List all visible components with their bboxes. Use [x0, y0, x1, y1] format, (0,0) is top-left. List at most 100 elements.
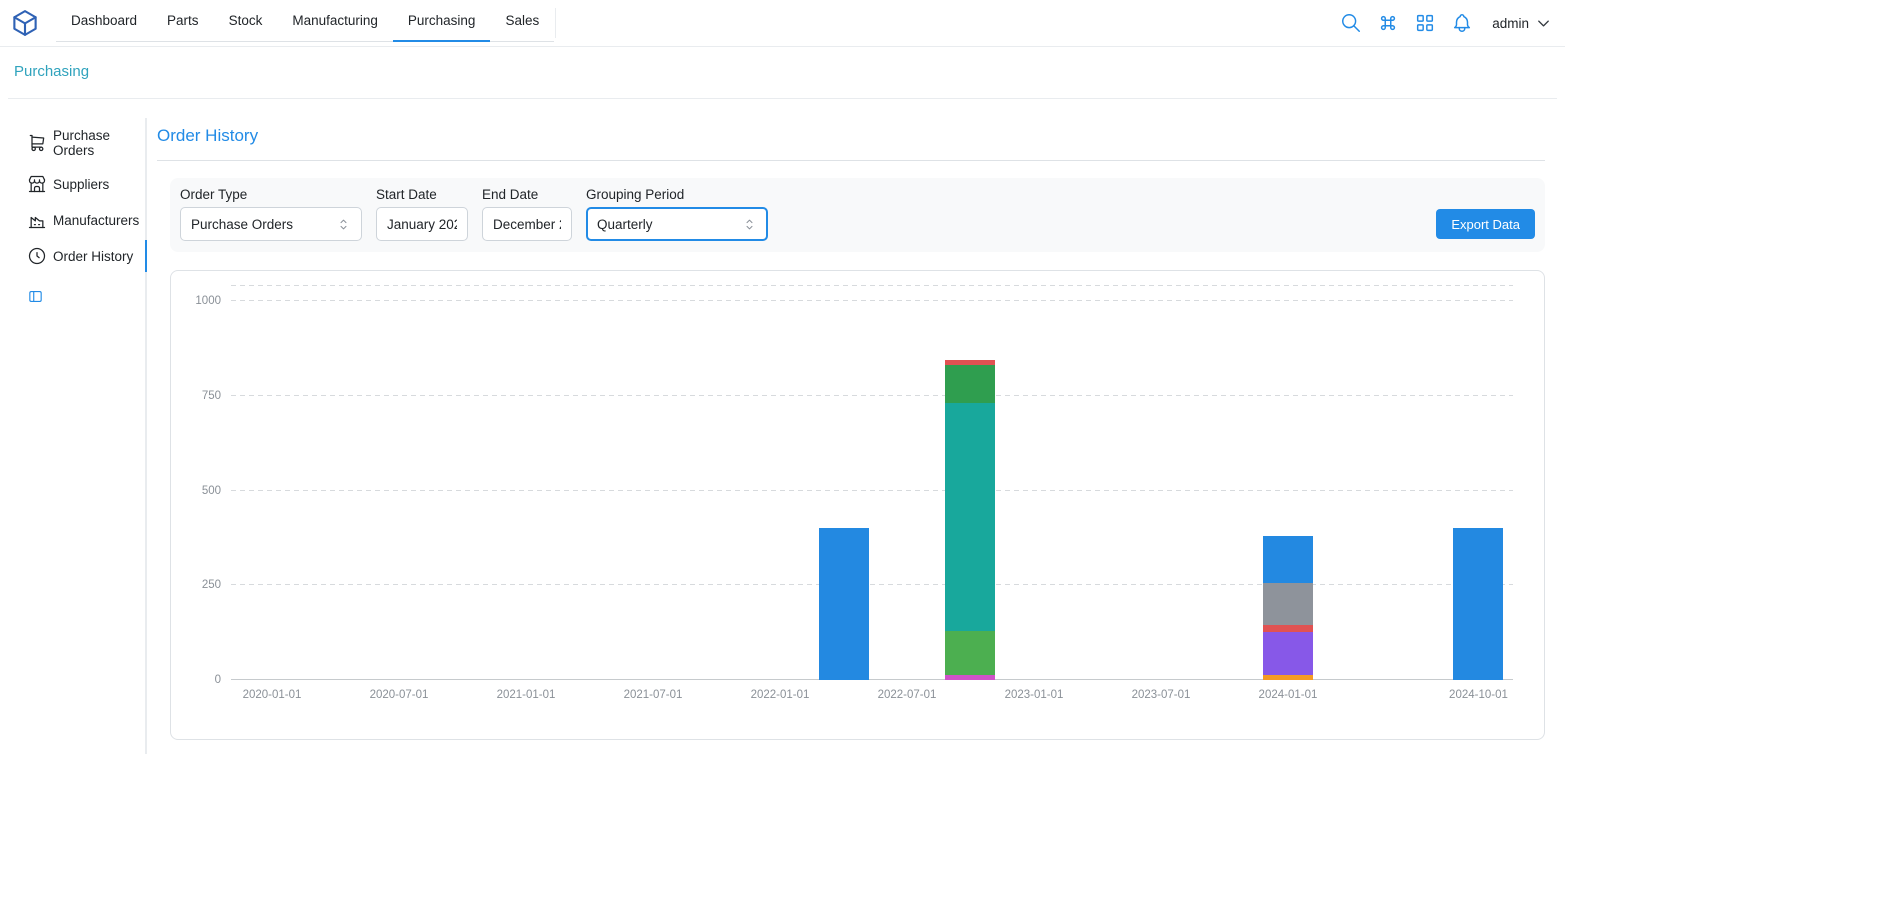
gridline — [231, 584, 1513, 585]
y-axis-label: 500 — [202, 485, 221, 497]
stacked-bar-2022-10-01 — [945, 360, 995, 680]
grouping-period-value: Quarterly — [597, 217, 653, 232]
sidebar-item-purchase-orders[interactable]: Purchase Orders — [10, 120, 145, 166]
y-axis-label: 750 — [202, 390, 221, 402]
end-date-label: End Date — [482, 187, 572, 202]
sidebar-item-label: Suppliers — [53, 177, 109, 192]
end-date-input[interactable] — [482, 207, 572, 241]
user-menu[interactable]: admin — [1492, 14, 1553, 33]
cube-logo-icon — [10, 8, 40, 38]
sidebar-item-suppliers[interactable]: Suppliers — [10, 166, 145, 202]
top-navbar: Dashboard Parts Stock Manufacturing Purc… — [0, 0, 1565, 47]
x-axis-label: 2021-01-01 — [497, 689, 556, 701]
y-axis-label: 1000 — [195, 295, 221, 307]
bar-segment — [819, 528, 869, 680]
tab-sales[interactable]: Sales — [490, 0, 554, 42]
bar-segment — [945, 365, 995, 404]
stacked-bar-2024-01-01 — [1263, 536, 1313, 680]
bar-segment — [945, 675, 995, 680]
bar-segment — [1263, 625, 1313, 632]
order-type-select[interactable]: Purchase Orders — [180, 207, 362, 241]
main-nav-tabs: Dashboard Parts Stock Manufacturing Purc… — [56, 0, 554, 42]
gridline — [231, 285, 1513, 286]
page-title: Order History — [157, 126, 1555, 146]
search-button[interactable] — [1338, 10, 1364, 36]
y-axis-label: 0 — [215, 674, 221, 686]
y-axis-label: 250 — [202, 579, 221, 591]
barcode-scan-button[interactable] — [1412, 10, 1438, 36]
sidebar-collapse-button[interactable] — [27, 288, 44, 305]
x-axis-label: 2023-01-01 — [1005, 689, 1064, 701]
tab-manufacturing[interactable]: Manufacturing — [277, 0, 393, 42]
sidebar-item-label: Purchase Orders — [53, 128, 143, 158]
x-axis-label: 2021-07-01 — [624, 689, 683, 701]
title-divider — [157, 160, 1545, 161]
bar-segment — [945, 403, 995, 630]
sidebar-item-manufacturers[interactable]: Manufacturers — [10, 202, 145, 238]
gridline — [231, 300, 1513, 301]
grouping-period-select[interactable]: Quarterly — [586, 207, 768, 241]
gridline — [231, 679, 1513, 680]
layout-sidebar-icon — [27, 288, 44, 305]
bar-segment — [945, 631, 995, 676]
export-data-button[interactable]: Export Data — [1436, 209, 1535, 239]
grouping-period-label: Grouping Period — [586, 187, 768, 202]
username-label: admin — [1492, 16, 1529, 31]
sidebar-item-order-history[interactable]: Order History — [10, 238, 145, 274]
sidebar-item-label: Manufacturers — [53, 213, 139, 228]
grouping-period-field: Grouping Period Quarterly — [586, 187, 768, 241]
bar-segment — [1263, 536, 1313, 583]
x-axis-label: 2024-01-01 — [1259, 689, 1318, 701]
navbar-actions: admin — [1338, 10, 1553, 36]
start-date-label: Start Date — [376, 187, 468, 202]
chart-plot: 025050075010002020-01-012020-07-012021-0… — [231, 286, 1513, 680]
bar-segment — [1263, 675, 1313, 680]
bar-segment — [1263, 632, 1313, 676]
select-chevrons-icon — [742, 217, 757, 232]
qr-scan-icon — [1414, 12, 1436, 34]
sidebar-item-label: Order History — [53, 249, 133, 264]
select-chevrons-icon — [336, 217, 351, 232]
sidebar: Purchase Orders Suppliers Manufacturers — [10, 118, 147, 754]
x-axis-label: 2023-07-01 — [1132, 689, 1191, 701]
breadcrumb: Purchasing — [8, 47, 1557, 99]
gridline — [231, 490, 1513, 491]
main-panel: Order History Order Type Purchase Orders… — [147, 118, 1555, 754]
x-axis-label: 2022-07-01 — [878, 689, 937, 701]
order-history-chart-card: 0 250 500 750 1000 2020-01-01 2020-07-01 2021-0… — [170, 270, 1545, 740]
navbar-divider — [555, 8, 556, 38]
x-axis-label: 2020-07-01 — [370, 689, 429, 701]
app-root: Dashboard Parts Stock Manufacturing Purc… — [0, 0, 1565, 906]
order-type-label: Order Type — [180, 187, 362, 202]
factory-icon — [27, 210, 47, 230]
building-store-icon — [27, 174, 47, 194]
tab-stock[interactable]: Stock — [214, 0, 278, 42]
end-date-field: End Date — [482, 187, 572, 241]
tab-parts[interactable]: Parts — [152, 0, 214, 42]
bar-segment — [1263, 583, 1313, 625]
order-type-field: Order Type Purchase Orders — [180, 187, 362, 241]
gridline — [231, 395, 1513, 396]
x-axis-label: 2024-10-01 — [1449, 689, 1508, 701]
command-icon — [1377, 12, 1399, 34]
notifications-button[interactable] — [1449, 10, 1475, 36]
breadcrumb-purchasing-link[interactable]: Purchasing — [14, 63, 89, 80]
chevron-down-icon — [1534, 14, 1553, 33]
start-date-input[interactable] — [376, 207, 468, 241]
filter-panel: Order Type Purchase Orders Start Date En… — [170, 178, 1545, 252]
bar-segment — [1453, 528, 1503, 680]
search-icon — [1340, 12, 1362, 34]
bell-icon — [1451, 12, 1473, 34]
tab-dashboard[interactable]: Dashboard — [56, 0, 152, 42]
start-date-field: Start Date — [376, 187, 468, 241]
stacked-bar-2024-10-01 — [1453, 528, 1503, 680]
history-clock-icon — [27, 246, 47, 266]
x-axis-label: 2022-01-01 — [751, 689, 810, 701]
command-palette-button[interactable] — [1375, 10, 1401, 36]
order-type-value: Purchase Orders — [191, 217, 293, 232]
shopping-cart-icon — [27, 133, 47, 153]
tab-purchasing[interactable]: Purchasing — [393, 0, 491, 42]
app-logo[interactable] — [10, 8, 40, 38]
stacked-bar-2022-04-01 — [819, 528, 869, 680]
x-axis-label: 2020-01-01 — [243, 689, 302, 701]
